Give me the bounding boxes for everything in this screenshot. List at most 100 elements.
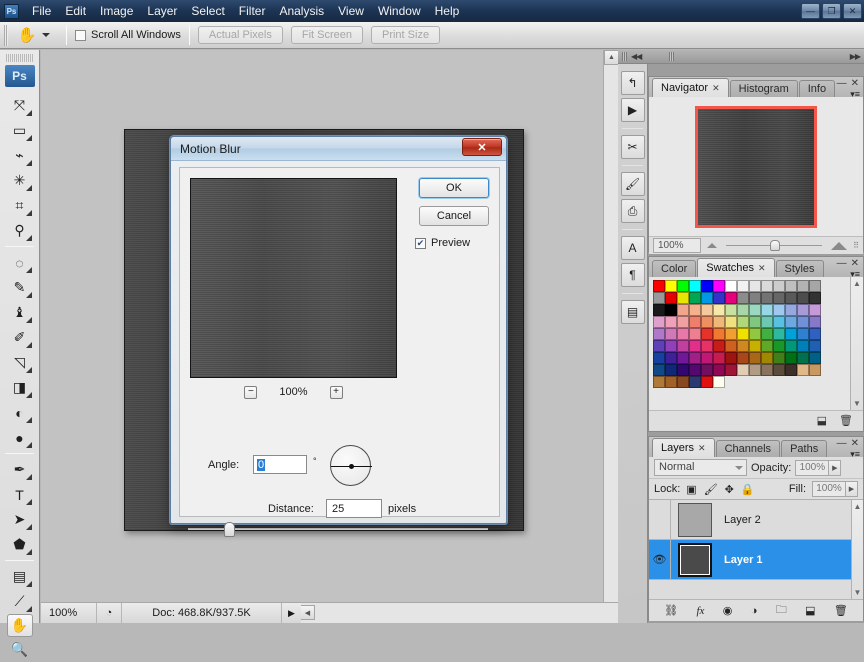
lock-transparent-pixels-icon[interactable]: ▣ bbox=[686, 483, 696, 496]
menu-image[interactable]: Image bbox=[93, 2, 140, 21]
layer-visibility-eye-icon[interactable] bbox=[649, 500, 671, 539]
color-swatch[interactable] bbox=[701, 280, 713, 292]
dock-grip-2[interactable] bbox=[669, 52, 675, 61]
clone-source-icon[interactable]: ⎙ bbox=[620, 199, 645, 223]
menu-filter[interactable]: Filter bbox=[232, 2, 273, 21]
expand-dock-icon[interactable]: ▶▶ bbox=[850, 52, 861, 61]
color-swatch[interactable] bbox=[701, 376, 713, 388]
link-layers-icon[interactable]: ⛓ bbox=[664, 604, 678, 617]
menu-layer[interactable]: Layer bbox=[140, 2, 184, 21]
color-swatch[interactable] bbox=[653, 328, 665, 340]
layer-visibility-eye-icon[interactable]: 👁 bbox=[649, 540, 671, 579]
preview-checkbox[interactable]: ✔ Preview bbox=[415, 235, 489, 251]
color-swatch[interactable] bbox=[785, 340, 797, 352]
tool-flyout-triangle-icon[interactable] bbox=[25, 317, 32, 323]
color-swatch[interactable] bbox=[689, 340, 701, 352]
shape-tool[interactable]: ⬟ bbox=[6, 532, 34, 557]
tab-close-icon[interactable]: ✕ bbox=[758, 259, 766, 277]
color-swatch[interactable] bbox=[725, 304, 737, 316]
type-tool[interactable]: T bbox=[6, 482, 34, 507]
color-swatch[interactable] bbox=[749, 316, 761, 328]
color-swatch[interactable] bbox=[665, 280, 677, 292]
tool-flyout-triangle-icon[interactable] bbox=[25, 210, 32, 216]
checkbox-box-icon[interactable] bbox=[75, 29, 86, 41]
color-swatch[interactable] bbox=[665, 364, 677, 376]
preview-zoom-in-button[interactable]: + bbox=[329, 385, 343, 399]
tool-flyout-triangle-icon[interactable] bbox=[25, 267, 32, 273]
tool-flyout-triangle-icon[interactable] bbox=[25, 499, 32, 505]
color-swatch[interactable] bbox=[665, 340, 677, 352]
view-button-actual-pixels[interactable]: Actual Pixels bbox=[197, 26, 283, 44]
tool-flyout-triangle-icon[interactable] bbox=[25, 474, 32, 480]
color-swatch[interactable] bbox=[749, 304, 761, 316]
eraser-tool[interactable]: ◹ bbox=[6, 350, 34, 375]
color-swatch[interactable] bbox=[677, 316, 689, 328]
color-swatch[interactable] bbox=[701, 304, 713, 316]
fill-stepper-icon[interactable]: ▶ bbox=[846, 481, 858, 497]
color-swatch[interactable] bbox=[737, 316, 749, 328]
layers-scroll-up-icon[interactable]: ▲ bbox=[854, 502, 862, 511]
color-swatch[interactable] bbox=[797, 316, 809, 328]
checkbox-checked-icon[interactable]: ✔ bbox=[415, 237, 426, 249]
angle-dial-control[interactable] bbox=[330, 445, 372, 486]
color-swatch[interactable] bbox=[677, 352, 689, 364]
tool-flyout-triangle-icon[interactable] bbox=[25, 417, 32, 423]
distance-slider-handle[interactable] bbox=[224, 522, 235, 537]
distance-input[interactable]: 25 bbox=[326, 499, 382, 518]
actions-icon[interactable]: ▶ bbox=[620, 98, 645, 122]
hand-tool[interactable]: ✋ bbox=[6, 614, 33, 637]
lock-position-icon[interactable]: ✥ bbox=[725, 483, 734, 496]
color-swatch[interactable] bbox=[773, 328, 785, 340]
layers-panel-menu-icon[interactable]: ▾≡ bbox=[850, 449, 860, 460]
history-icon[interactable]: ↰ bbox=[620, 71, 645, 95]
lock-all-icon[interactable]: 🔒 bbox=[741, 483, 755, 496]
color-swatch[interactable] bbox=[737, 352, 749, 364]
swatches-close-icon[interactable]: ✕ bbox=[851, 258, 859, 269]
history-brush-tool[interactable]: ✐ bbox=[6, 325, 34, 350]
navigator-minimize-icon[interactable]: — bbox=[837, 78, 847, 89]
color-swatch[interactable] bbox=[797, 352, 809, 364]
collapse-dock-icon[interactable]: ◀◀ bbox=[631, 52, 642, 61]
color-swatch[interactable] bbox=[773, 316, 785, 328]
color-swatch[interactable] bbox=[725, 316, 737, 328]
brush-tool[interactable]: ✎ bbox=[6, 275, 34, 300]
color-swatch[interactable] bbox=[737, 364, 749, 376]
layers-close-icon[interactable]: ✕ bbox=[851, 438, 859, 449]
tool-flyout-triangle-icon[interactable] bbox=[25, 524, 32, 530]
color-swatch[interactable] bbox=[749, 352, 761, 364]
color-swatch[interactable] bbox=[653, 364, 665, 376]
color-swatch[interactable] bbox=[761, 328, 773, 340]
color-swatch[interactable] bbox=[785, 280, 797, 292]
color-swatch[interactable] bbox=[785, 364, 797, 376]
window-minimize-button[interactable]: — bbox=[801, 3, 820, 19]
dock-grip[interactable] bbox=[622, 52, 627, 61]
angle-input[interactable]: 0 bbox=[253, 455, 307, 474]
tab-close-icon[interactable]: ✕ bbox=[698, 439, 706, 457]
tool-flyout-triangle-icon[interactable] bbox=[25, 235, 32, 241]
delete-swatch-icon[interactable]: 🗑 bbox=[839, 414, 853, 427]
color-swatch[interactable] bbox=[689, 280, 701, 292]
magic-wand-tool[interactable]: ✳ bbox=[6, 168, 34, 193]
navigator-panel-menu-icon[interactable]: ▾≡ bbox=[850, 89, 860, 100]
layers-minimize-icon[interactable]: — bbox=[837, 438, 847, 449]
move-tool[interactable]: ⤧ bbox=[6, 93, 34, 118]
layer-mask-icon[interactable]: ◉ bbox=[723, 604, 733, 617]
navigator-preview-area[interactable] bbox=[649, 97, 863, 236]
color-swatch[interactable] bbox=[797, 304, 809, 316]
color-swatch[interactable] bbox=[809, 340, 821, 352]
tool-preset-chevron-down-icon[interactable] bbox=[42, 33, 50, 37]
color-swatch[interactable] bbox=[713, 304, 725, 316]
color-swatch[interactable] bbox=[749, 340, 761, 352]
color-swatch[interactable] bbox=[737, 292, 749, 304]
scroll-up-arrow-icon[interactable]: ▲ bbox=[604, 50, 619, 65]
color-swatch[interactable] bbox=[701, 292, 713, 304]
distance-slider[interactable] bbox=[188, 522, 488, 537]
color-swatch[interactable] bbox=[665, 304, 677, 316]
tab-styles[interactable]: Styles bbox=[775, 260, 824, 277]
swatches-minimize-icon[interactable]: — bbox=[837, 258, 847, 269]
view-button-fit-screen[interactable]: Fit Screen bbox=[290, 26, 363, 44]
color-swatch[interactable] bbox=[713, 376, 725, 388]
tab-color[interactable]: Color bbox=[652, 260, 697, 277]
color-swatch[interactable] bbox=[773, 304, 785, 316]
color-swatch[interactable] bbox=[713, 292, 725, 304]
